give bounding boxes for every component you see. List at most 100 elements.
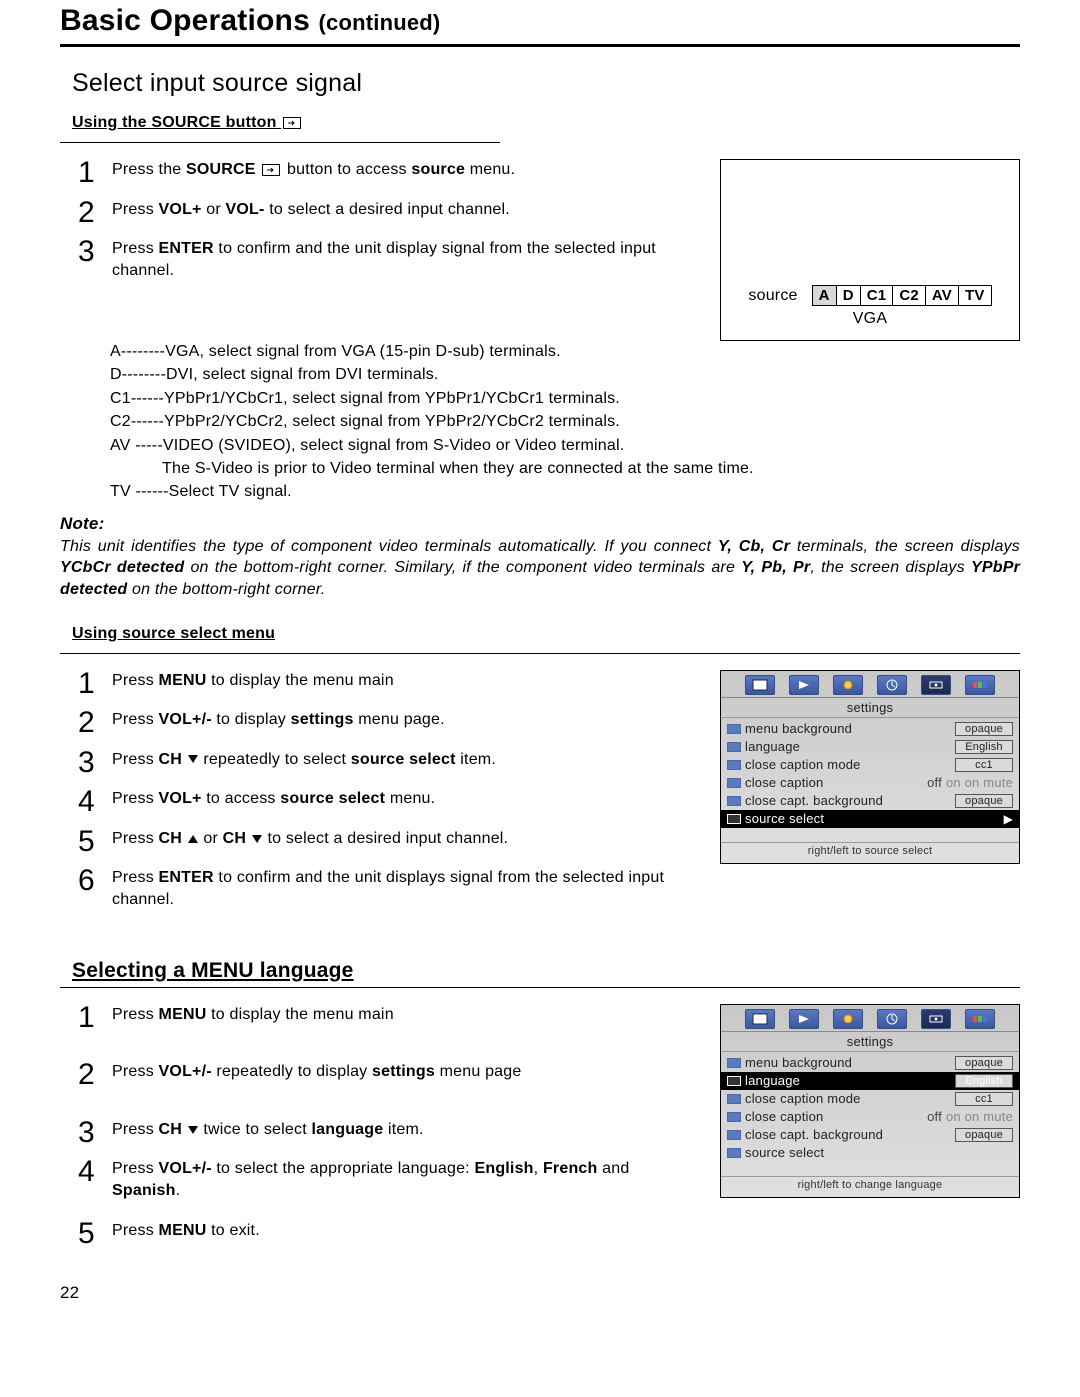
sub-heading-a: Using the SOURCE button xyxy=(72,114,303,132)
osd-item: source select▶ xyxy=(721,810,1019,828)
page-number: 22 xyxy=(60,1283,1020,1303)
osd-item: language English xyxy=(721,738,1019,756)
step-a-3: 3 Press ENTER to confirm and the unit di… xyxy=(78,238,700,281)
list-item: 5Press MENU to exit. xyxy=(78,1220,700,1242)
osd-item: source select xyxy=(721,1144,1019,1162)
chevron-up-icon xyxy=(188,835,198,843)
def-A: A--------VGA, select signal from VGA (15… xyxy=(110,341,1020,363)
item-label: source select xyxy=(745,811,824,826)
osd-item: menu backgroundopaque xyxy=(721,1054,1019,1072)
item-label: close caption xyxy=(745,775,823,790)
steps-a-col: 1 Press the SOURCE button to access sour… xyxy=(60,159,700,299)
osd-menu-1: settingsmenu backgroundopaquelanguageEng… xyxy=(720,670,1020,864)
item-icon xyxy=(727,814,741,824)
osd-item: close capt. background opaque xyxy=(721,792,1019,810)
item-value-off: off xyxy=(927,1109,942,1124)
list-item: 2Press VOL+/- to display settings menu p… xyxy=(78,709,700,731)
rule-3 xyxy=(60,987,1020,988)
item-value-gray: on on mute xyxy=(946,775,1013,790)
item-value: opaque xyxy=(955,1128,1013,1142)
item-icon xyxy=(727,1076,741,1086)
rule-2 xyxy=(60,653,1020,654)
item-label: menu background xyxy=(745,1055,852,1070)
src-cell-AV: AV xyxy=(926,286,959,305)
osd-footer: right/left to change language xyxy=(721,1176,1019,1193)
item-value: opaque xyxy=(955,722,1013,736)
item-label: language xyxy=(745,739,800,754)
section-heading-1: Select input source signal xyxy=(72,69,1020,98)
osd-item: language English xyxy=(721,1072,1019,1090)
osd-footer: right/left to source select xyxy=(721,842,1019,859)
osd-title: settings xyxy=(721,1032,1019,1052)
item-value-off: off xyxy=(927,775,942,790)
step-a-1: 1 Press the SOURCE button to access sour… xyxy=(78,159,700,181)
item-value: opaque xyxy=(955,794,1013,808)
item-value: English xyxy=(955,1074,1013,1088)
osd-tab xyxy=(789,675,819,695)
title-main: Basic Operations xyxy=(60,4,310,37)
sub-a-wrap: Using the SOURCE button xyxy=(60,108,1020,138)
src-cell-C2: C2 xyxy=(893,286,926,305)
osd-tabs xyxy=(721,1005,1019,1032)
def-C2: C2------YPbPr2/YCbCr2, select signal fro… xyxy=(110,411,1020,433)
note-label: Note: xyxy=(60,514,1020,534)
list-item: 3Press CH repeatedly to select source se… xyxy=(78,749,700,771)
item-icon xyxy=(727,1058,741,1068)
item-icon xyxy=(727,778,741,788)
osd-tab xyxy=(921,675,951,695)
item-value: cc1 xyxy=(955,758,1013,772)
osd-item: close caption modecc1 xyxy=(721,1090,1019,1108)
item-label: close caption mode xyxy=(745,1091,861,1106)
steps-b-list: 1Press MENU to display the menu main 2Pre… xyxy=(78,670,700,911)
list-item: 6Press ENTER to confirm and the unit dis… xyxy=(78,867,700,910)
item-label: language xyxy=(745,1073,800,1088)
osd-tab xyxy=(833,675,863,695)
steps-a-list: 1 Press the SOURCE button to access sour… xyxy=(78,159,700,281)
item-icon xyxy=(727,1112,741,1122)
osd-tab xyxy=(877,1009,907,1029)
source-icon xyxy=(262,164,280,176)
item-value: English xyxy=(955,740,1013,754)
def-C1: C1------YPbPr1/YCbCr1, select signal fro… xyxy=(110,388,1020,410)
source-icon xyxy=(283,117,301,129)
osd-tab xyxy=(877,675,907,695)
chevron-down-icon xyxy=(188,755,198,763)
osd-tab xyxy=(965,1009,995,1029)
figure-col-src: source A D C1 C2 AV TV VGA xyxy=(720,159,1020,341)
chevron-down-icon xyxy=(252,835,262,843)
item-icon xyxy=(727,724,741,734)
osd-tab xyxy=(833,1009,863,1029)
columns-c: 1Press MENU to display the menu main2Pre… xyxy=(60,1004,1020,1260)
item-value-gray: on on mute xyxy=(946,1109,1013,1124)
item-icon xyxy=(727,1094,741,1104)
def-D: D--------DVI, select signal from DVI ter… xyxy=(110,364,1020,386)
def-AV-2: The S-Video is prior to Video terminal w… xyxy=(162,458,1020,480)
osd-item: close caption off on on mute xyxy=(721,774,1019,792)
osd-tab xyxy=(745,1009,775,1029)
item-icon xyxy=(727,742,741,752)
src-cell-A: A xyxy=(813,286,837,305)
list-item: 3Press CH twice to select language item. xyxy=(78,1119,700,1141)
src-cell-TV: TV xyxy=(959,286,991,305)
columns-a: 1 Press the SOURCE button to access sour… xyxy=(60,159,1020,341)
page-title: Basic Operations (continued) xyxy=(60,0,1020,47)
item-label: close capt. background xyxy=(745,793,883,808)
step-a-2: 2 Press VOL+ or VOL- to select a desired… xyxy=(78,199,700,221)
list-item: 1Press MENU to display the menu main xyxy=(78,670,700,692)
section-heading-2: Selecting a MENU language xyxy=(72,959,1020,983)
src-cell-D: D xyxy=(837,286,861,305)
rule-1 xyxy=(60,142,500,143)
columns-b: 1Press MENU to display the menu main 2Pre… xyxy=(60,670,1020,929)
src-cell-C1: C1 xyxy=(861,286,894,305)
sub-heading-b: Using source select menu xyxy=(72,625,275,643)
item-icon xyxy=(727,1130,741,1140)
osd-item: close caption modecc1 xyxy=(721,756,1019,774)
steps-b-col: 1Press MENU to display the menu main 2Pre… xyxy=(60,670,700,929)
chevron-down-icon xyxy=(188,1126,198,1134)
figure-col-osd1: settingsmenu backgroundopaquelanguageEng… xyxy=(720,670,1020,864)
list-item: 1Press MENU to display the menu main xyxy=(78,1004,700,1026)
list-item: 4Press VOL+/- to select the appropriate … xyxy=(78,1158,700,1201)
osd-tab xyxy=(921,1009,951,1029)
osd-item: close captionoffon on mute xyxy=(721,1108,1019,1126)
item-icon xyxy=(727,796,741,806)
